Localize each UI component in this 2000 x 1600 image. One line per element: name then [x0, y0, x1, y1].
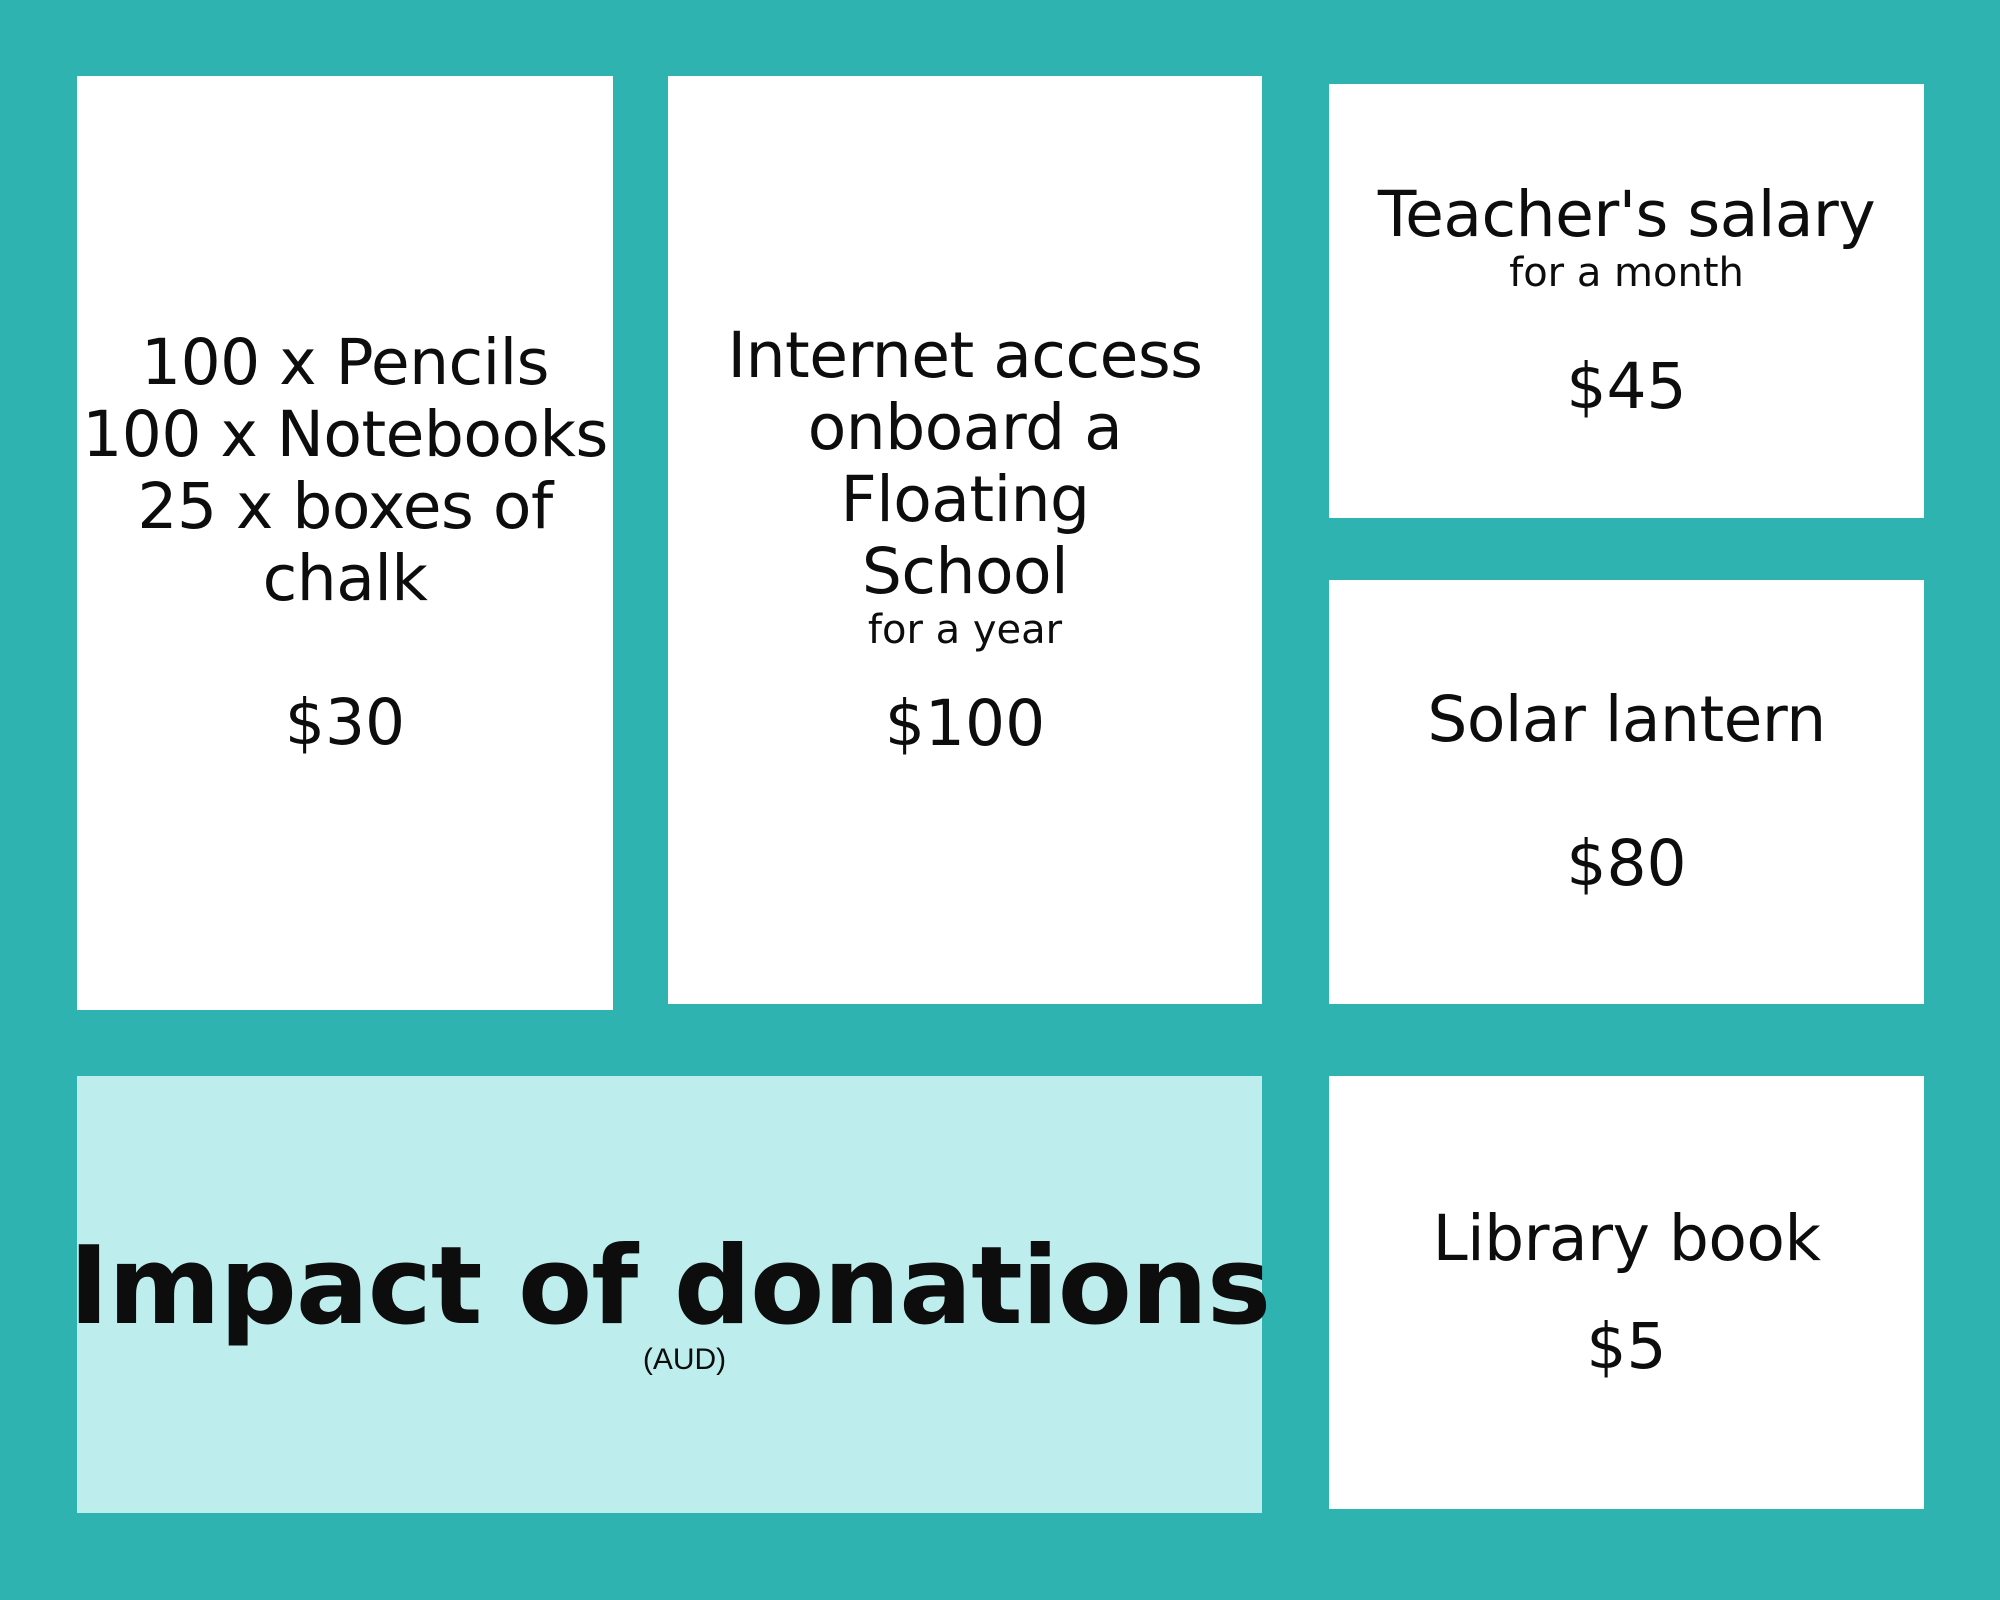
impact-currency-note: (AUD): [642, 1342, 727, 1376]
price-lantern: $80: [1566, 827, 1687, 900]
price-internet: $100: [884, 687, 1046, 760]
card-school-supplies: 100 x Pencils 100 x Notebooks 25 x boxes…: [77, 76, 613, 1010]
card-line-chalk: chalk: [262, 542, 428, 615]
card-title-lantern: Solar lantern: [1427, 683, 1826, 756]
card-subtitle-year: for a year: [867, 607, 1063, 653]
card-line-internet-access: Internet access: [727, 319, 1203, 392]
card-internet-access: Internet access onboard a Floating Schoo…: [668, 76, 1262, 1004]
card-title-library: Library book: [1432, 1201, 1821, 1275]
card-subtitle-month: for a month: [1509, 250, 1744, 296]
impact-title: Impact of donations: [68, 1223, 1271, 1349]
card-line-pencils: 100 x Pencils: [141, 326, 549, 399]
impact-panel: Impact of donations (AUD): [69, 1076, 1271, 1513]
card-solar-lantern: Solar lantern $80: [1329, 580, 1924, 1004]
card-line-school: School: [861, 535, 1069, 608]
card-line-notebooks: 100 x Notebooks: [82, 398, 608, 471]
card-teacher-salary: Teacher's salary for a month $45: [1329, 84, 1924, 518]
card-line-floating: Floating: [840, 463, 1090, 536]
price-library: $5: [1586, 1309, 1667, 1383]
card-line-onboard: onboard a: [807, 391, 1123, 464]
card-library-book: Library book $5: [1329, 1076, 1924, 1509]
card-title-teacher: Teacher's salary: [1377, 178, 1876, 251]
card-line-chalk-boxes: 25 x boxes of: [137, 470, 553, 543]
price-supplies: $30: [284, 686, 406, 759]
price-teacher: $45: [1566, 350, 1687, 423]
